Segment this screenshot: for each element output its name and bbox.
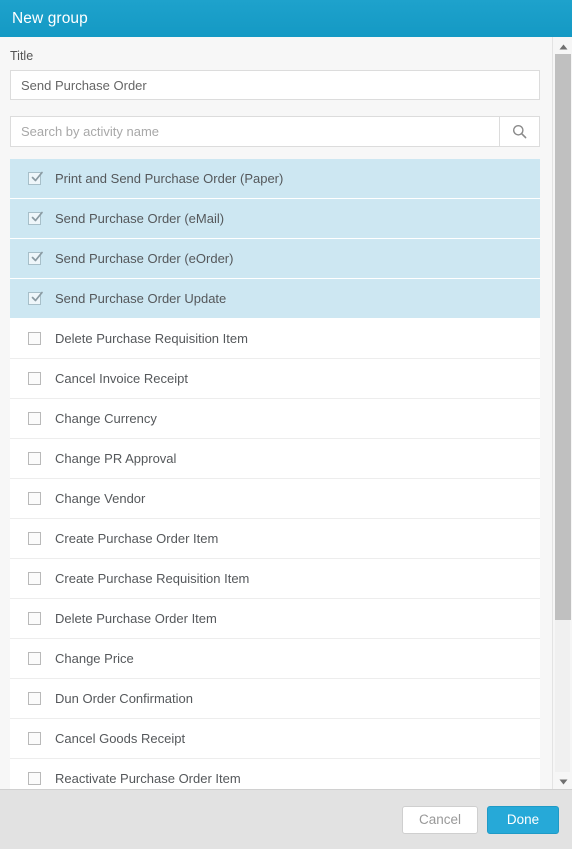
checkbox-unchecked-icon[interactable]: [28, 612, 41, 626]
checkbox-checked-icon[interactable]: [28, 171, 43, 186]
activity-list-item[interactable]: Change PR Approval: [10, 439, 540, 480]
checkbox-checked-icon[interactable]: [28, 291, 43, 306]
dialog-body: Title Print and Send Purchase Order (Pap…: [0, 37, 572, 789]
checkbox-unchecked-icon[interactable]: [28, 532, 41, 546]
checkbox-unchecked-icon[interactable]: [28, 492, 41, 506]
activity-list-item[interactable]: Change Currency: [10, 399, 540, 440]
activity-list-item-label: Cancel Invoice Receipt: [55, 371, 188, 387]
activity-list-item-label: Print and Send Purchase Order (Paper): [55, 171, 284, 187]
checkbox-checked-icon[interactable]: [28, 211, 43, 226]
checkbox-unchecked-icon[interactable]: [28, 732, 41, 746]
activity-list-item-label: Dun Order Confirmation: [55, 691, 193, 707]
done-button[interactable]: Done: [487, 805, 559, 834]
list-scrollbar[interactable]: [552, 37, 572, 789]
activity-list-item[interactable]: Send Purchase Order Update: [10, 279, 540, 320]
activity-list-item-label: Cancel Goods Receipt: [55, 731, 186, 747]
activity-list-item[interactable]: Cancel Goods Receipt: [10, 719, 540, 760]
checkbox-unchecked-icon[interactable]: [28, 772, 41, 786]
dialog-title: New group: [12, 9, 88, 27]
activity-list-item[interactable]: Change Vendor: [10, 479, 540, 520]
checkbox-checked-icon[interactable]: [28, 251, 43, 266]
checkbox-unchecked-icon[interactable]: [28, 652, 41, 666]
activity-list-item[interactable]: Send Purchase Order (eMail): [10, 199, 540, 240]
activity-list-item-label: Send Purchase Order (eMail): [55, 211, 225, 227]
activity-list-item[interactable]: Create Purchase Order Item: [10, 519, 540, 560]
activity-list-item-label: Change Price: [55, 651, 134, 667]
activity-list-item[interactable]: Reactivate Purchase Order Item: [10, 759, 540, 789]
title-input[interactable]: [10, 70, 540, 101]
title-field-label: Title: [10, 49, 34, 63]
activity-list-item-label: Change Vendor: [55, 491, 146, 507]
scroll-up-button[interactable]: [553, 37, 572, 54]
checkbox-unchecked-icon[interactable]: [28, 372, 41, 386]
activity-list-item-label: Send Purchase Order (eOrder): [55, 251, 234, 267]
activity-list-item[interactable]: Create Purchase Requisition Item: [10, 559, 540, 600]
search-input[interactable]: [10, 116, 499, 148]
activity-list-item-label: Send Purchase Order Update: [55, 291, 227, 307]
activity-list-item[interactable]: Dun Order Confirmation: [10, 679, 540, 720]
triangle-down-icon: [559, 772, 568, 790]
search-row: [10, 116, 540, 148]
search-button[interactable]: [499, 116, 540, 148]
search-icon: [512, 124, 527, 139]
activity-list-item-label: Change Currency: [55, 411, 157, 427]
activity-list-item-label: Reactivate Purchase Order Item: [55, 771, 241, 787]
activity-list-item[interactable]: Delete Purchase Requisition Item: [10, 319, 540, 360]
checkbox-unchecked-icon[interactable]: [28, 692, 41, 706]
scrollbar-thumb[interactable]: [555, 54, 571, 620]
checkbox-unchecked-icon[interactable]: [28, 412, 41, 426]
dialog-header: New group: [0, 0, 572, 37]
activity-list-item[interactable]: Delete Purchase Order Item: [10, 599, 540, 640]
activity-list-item-label: Create Purchase Requisition Item: [55, 571, 250, 587]
activity-list[interactable]: Print and Send Purchase Order (Paper) Sen…: [0, 159, 572, 789]
checkbox-unchecked-icon[interactable]: [28, 452, 41, 466]
activity-list-item[interactable]: Change Price: [10, 639, 540, 680]
activity-list-item[interactable]: Print and Send Purchase Order (Paper): [10, 159, 540, 200]
activity-list-item[interactable]: Cancel Invoice Receipt: [10, 359, 540, 400]
activity-list-item-label: Delete Purchase Order Item: [55, 611, 217, 627]
checkbox-unchecked-icon[interactable]: [28, 572, 41, 586]
checkbox-unchecked-icon[interactable]: [28, 332, 41, 346]
triangle-up-icon: [559, 37, 568, 55]
scroll-down-button[interactable]: [553, 772, 572, 789]
activity-list-item-label: Delete Purchase Requisition Item: [55, 331, 248, 347]
activity-list-item-label: Create Purchase Order Item: [55, 531, 219, 547]
activity-list-item-label: Change PR Approval: [55, 451, 177, 467]
dialog-footer: Cancel Done: [0, 789, 572, 849]
activity-list-item[interactable]: Send Purchase Order (eOrder): [10, 239, 540, 280]
form-area: Title: [0, 37, 572, 148]
cancel-button[interactable]: Cancel: [401, 805, 478, 834]
